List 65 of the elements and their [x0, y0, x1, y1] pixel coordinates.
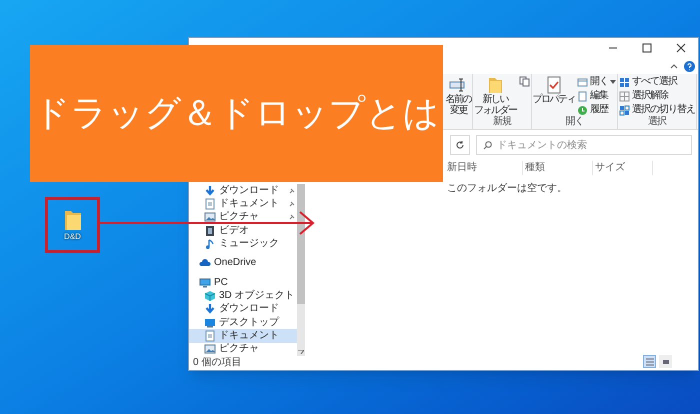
nav-item[interactable]: デスクトップ — [189, 316, 297, 330]
film-icon — [204, 224, 216, 237]
invert-button[interactable]: 選択の切り替え — [619, 104, 695, 116]
picture-icon — [204, 211, 216, 224]
monitor-icon — [204, 316, 216, 329]
download-arrow-icon — [204, 184, 216, 197]
folder-icon — [64, 209, 82, 231]
nav-item[interactable]: ビデオ — [189, 224, 297, 238]
nav-item[interactable]: PC — [189, 276, 297, 290]
edit-button[interactable]: 編集 — [577, 90, 616, 102]
copy-small-button[interactable] — [518, 76, 530, 87]
open-button[interactable]: 開く — [577, 76, 616, 88]
nav-item[interactable]: ダウンロード — [189, 184, 297, 198]
new-folder-button[interactable]: 新しい フォルダー — [474, 76, 516, 116]
maximize-icon — [642, 43, 652, 53]
nav-item[interactable]: ダウンロード — [189, 302, 297, 316]
column-header[interactable]: サイズ — [593, 161, 653, 175]
cube-icon — [204, 290, 216, 302]
search-field[interactable]: ドキュメントの検索 — [476, 135, 692, 155]
empty-folder-message: このフォルダーは空です。 — [446, 182, 568, 196]
help-icon — [684, 60, 695, 72]
large-icons-view-button[interactable] — [659, 355, 672, 368]
clock-icon — [577, 104, 588, 116]
rename-icon — [449, 76, 468, 94]
history-button[interactable]: 履歴 — [577, 104, 616, 116]
grid-icon — [619, 90, 630, 102]
column-header[interactable]: 新日時 — [445, 161, 523, 175]
grid-icon — [619, 104, 630, 116]
close-icon — [676, 43, 686, 53]
select-none-button[interactable]: 選択解除 — [619, 90, 695, 102]
caret-up-icon — [670, 62, 678, 70]
document-icon — [577, 90, 588, 102]
picture-icon — [204, 343, 216, 356]
rename-button[interactable]: 名前の 変更 — [446, 76, 471, 116]
scrollbar[interactable] — [297, 184, 305, 356]
nav-item[interactable]: ピクチャ — [189, 210, 297, 224]
document-icon — [204, 198, 216, 210]
nav-item[interactable]: ドキュメント — [189, 329, 297, 343]
select-all-button[interactable]: すべて選択 — [619, 76, 695, 88]
nav-item[interactable]: ミュージック — [189, 237, 297, 251]
window-icon — [577, 76, 588, 88]
refresh-button[interactable] — [450, 135, 470, 155]
document-icon — [204, 330, 216, 342]
nav-item[interactable]: 3D オブジェクト — [189, 289, 297, 303]
ribbon-group-label: 選択 — [648, 116, 666, 129]
details-icon — [644, 356, 654, 366]
details-view-button[interactable] — [643, 355, 656, 368]
music-note-icon — [204, 238, 216, 250]
column-header[interactable]: 種類 — [523, 161, 593, 175]
grid-icon — [619, 76, 630, 88]
ribbon-group-label: 新規 — [492, 116, 511, 129]
scrollbar-thumb[interactable] — [297, 184, 305, 304]
download-arrow-icon — [204, 303, 216, 316]
nav-item[interactable]: OneDrive — [189, 256, 297, 270]
refresh-icon — [455, 140, 465, 150]
search-icon — [483, 141, 492, 150]
folder-icon — [486, 76, 504, 94]
ribbon-group-label: 開く — [565, 116, 584, 129]
nav-item[interactable]: ピクチャ — [189, 342, 297, 356]
desktop-icon-label[interactable]: D&D — [64, 233, 81, 241]
properties-button[interactable]: プロパティ — [532, 76, 575, 105]
status-text: 0 個の項目 — [192, 356, 242, 370]
banner-title: ドラッグ＆ドロップとは — [34, 92, 440, 136]
monitor-icon — [199, 276, 211, 289]
nav-item[interactable]: ドキュメント — [189, 197, 297, 211]
